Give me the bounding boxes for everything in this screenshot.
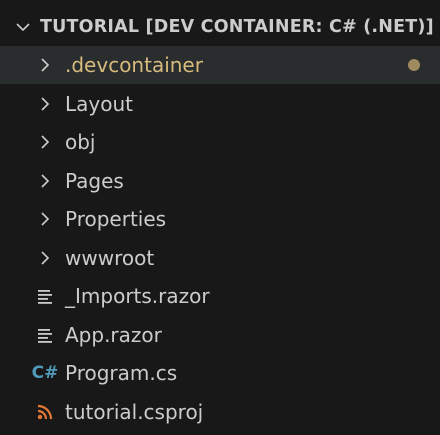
chevron-right-icon[interactable]	[34, 132, 56, 152]
tree-item-properties[interactable]: Properties	[0, 200, 440, 238]
tree-item-label: App.razor	[65, 323, 162, 347]
rss-icon	[34, 402, 56, 422]
root-folder-title: TUTORIAL [DEV CONTAINER: C# (.NET)]	[40, 17, 434, 37]
tree-item-label: obj	[65, 130, 96, 154]
lines-icon	[34, 286, 56, 306]
tree-item-label: Pages	[65, 169, 124, 193]
tree-item-label: tutorial.csproj	[65, 400, 204, 424]
chevron-right-icon[interactable]	[34, 248, 56, 268]
chevron-right-icon[interactable]	[34, 171, 56, 191]
lines-icon	[34, 325, 56, 345]
explorer-panel: TUTORIAL [DEV CONTAINER: C# (.NET)] .dev…	[0, 0, 440, 435]
chevron-right-icon[interactable]	[34, 94, 56, 114]
modified-indicator	[408, 59, 420, 71]
csharp-icon: C#	[31, 362, 59, 383]
tree-item-tutorial-csproj[interactable]: tutorial.csproj	[0, 393, 440, 431]
tree-item-app-razor[interactable]: App.razor	[0, 316, 440, 354]
tree-item-imports-razor[interactable]: _Imports.razor	[0, 277, 440, 315]
chevron-down-icon[interactable]	[14, 18, 32, 36]
tree-item-obj[interactable]: obj	[0, 123, 440, 161]
tree-item-label: Properties	[65, 207, 167, 231]
tree-item-label: Program.cs	[65, 361, 178, 385]
tree-item-program-cs[interactable]: C# Program.cs	[0, 354, 440, 392]
tree-item-pages[interactable]: Pages	[0, 162, 440, 200]
tree-item-label: Layout	[65, 92, 133, 116]
chevron-right-icon[interactable]	[34, 209, 56, 229]
explorer-root-header[interactable]: TUTORIAL [DEV CONTAINER: C# (.NET)]	[0, 8, 440, 46]
chevron-right-icon[interactable]	[34, 55, 56, 75]
tree-item-label: .devcontainer	[65, 53, 203, 77]
tree-item-label: _Imports.razor	[65, 284, 210, 308]
tree-item-layout[interactable]: Layout	[0, 85, 440, 123]
tree-item-wwwroot[interactable]: wwwroot	[0, 239, 440, 277]
tree-item-devcontainer[interactable]: .devcontainer	[0, 46, 440, 84]
tree-item-label: wwwroot	[65, 246, 155, 270]
